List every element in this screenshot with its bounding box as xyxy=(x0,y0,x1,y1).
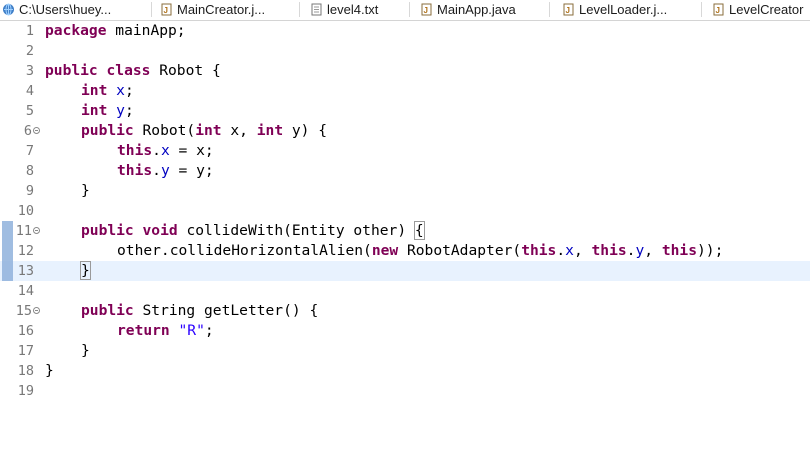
code-text: } xyxy=(45,362,54,379)
line-number: 19 xyxy=(17,383,34,399)
svg-text:J: J xyxy=(716,6,720,15)
tab-label: C:\Users\huey... xyxy=(19,2,112,17)
line-number: 3 xyxy=(25,63,34,79)
line-number: 2 xyxy=(25,43,34,59)
line-number: 11 xyxy=(15,223,32,239)
code-line: 19 xyxy=(0,381,810,401)
line-number: 12 xyxy=(17,243,34,259)
current-line-highlight: 13 } xyxy=(0,261,810,281)
matching-bracket: { xyxy=(413,221,425,240)
code-line: 12 other.collideHorizontalAlien(new Robo… xyxy=(0,241,810,261)
line-number: 17 xyxy=(17,343,34,359)
tab-levelloader[interactable]: J LevelLoader.j... xyxy=(562,0,702,19)
line-number: 14 xyxy=(17,283,34,299)
code-line: 7 this.x = x; xyxy=(0,141,810,161)
text-caret xyxy=(89,262,91,278)
line-number: 16 xyxy=(17,323,34,339)
line-number: 8 xyxy=(25,163,34,179)
code-text: this.x = x; xyxy=(117,142,214,159)
tab-users-path[interactable]: C:\Users\huey... xyxy=(2,0,152,19)
line-number: 15 xyxy=(15,303,32,319)
tab-label: LevelLoader.j... xyxy=(579,2,668,17)
code-text: int x; xyxy=(81,82,134,99)
code-text: this.y = y; xyxy=(117,162,214,179)
java-file-icon: J xyxy=(421,3,432,16)
code-line: 6 public Robot(int x, int y) { xyxy=(0,121,810,141)
java-file-icon: J xyxy=(161,3,172,16)
line-number: 7 xyxy=(25,143,34,159)
code-text: } xyxy=(81,342,90,359)
code-line: 4 int x; xyxy=(0,81,810,101)
code-line: 18 } xyxy=(0,361,810,381)
svg-text:J: J xyxy=(164,6,168,15)
line-number: 6 xyxy=(23,123,32,139)
text-file-icon xyxy=(311,3,322,16)
svg-text:J: J xyxy=(424,6,428,15)
code-line: 2 xyxy=(0,41,810,61)
code-line: 15 public String getLetter() { xyxy=(0,301,810,321)
tab-label: MainCreator.j... xyxy=(177,2,266,17)
java-file-icon: J xyxy=(563,3,574,16)
tab-mainapp[interactable]: J MainApp.java xyxy=(420,0,550,19)
code-text: int y; xyxy=(81,102,134,119)
code-text: public Robot(int x, int y) { xyxy=(81,122,328,139)
code-line: 14 xyxy=(0,281,810,301)
code-line: 3 public class Robot { xyxy=(0,61,810,81)
fold-toggle-icon[interactable] xyxy=(33,307,40,314)
code-text: package mainApp; xyxy=(45,22,186,39)
line-number: 13 xyxy=(17,263,34,279)
svg-text:J: J xyxy=(566,6,570,15)
code-line: 9 } xyxy=(0,181,810,201)
editor-tab-bar: C:\Users\huey... J MainCreator.j... leve… xyxy=(0,0,810,21)
code-line: 10 xyxy=(0,201,810,221)
code-text: public String getLetter() { xyxy=(81,302,319,319)
code-line: 16 return "R"; xyxy=(0,321,810,341)
code-line: 11 public void collideWith(Entity other)… xyxy=(0,221,810,241)
fold-toggle-icon[interactable] xyxy=(33,227,40,234)
code-text: } xyxy=(81,182,90,199)
code-text: } xyxy=(80,261,91,281)
java-file-icon: J xyxy=(713,3,724,16)
globe-icon xyxy=(3,3,14,16)
line-number: 4 xyxy=(25,83,34,99)
code-text: other.collideHorizontalAlien(new RobotAd… xyxy=(117,242,724,259)
line-number: 10 xyxy=(17,203,34,219)
fold-toggle-icon[interactable] xyxy=(33,127,40,134)
code-editor[interactable]: 1 package mainApp; 2 3 public class Robo… xyxy=(0,21,810,462)
tab-maincreator[interactable]: J MainCreator.j... xyxy=(160,0,300,19)
code-line: 17 } xyxy=(0,341,810,361)
code-line: 8 this.y = y; xyxy=(0,161,810,181)
line-number: 1 xyxy=(25,23,34,39)
tab-level4[interactable]: level4.txt xyxy=(310,0,410,19)
code-text: public void collideWith(Entity other) { xyxy=(81,221,425,240)
line-number: 5 xyxy=(25,103,34,119)
tab-levelcreator[interactable]: J LevelCreator xyxy=(712,0,810,19)
code-line: 5 int y; xyxy=(0,101,810,121)
line-number: 18 xyxy=(17,363,34,379)
matching-bracket: } xyxy=(80,261,91,280)
tab-label: LevelCreator xyxy=(729,2,804,17)
line-number: 9 xyxy=(25,183,34,199)
tab-label: MainApp.java xyxy=(437,2,516,17)
code-line: 1 package mainApp; xyxy=(0,21,810,41)
code-text: public class Robot { xyxy=(45,62,221,79)
code-text: return "R"; xyxy=(117,322,214,339)
tab-label: level4.txt xyxy=(327,2,379,17)
